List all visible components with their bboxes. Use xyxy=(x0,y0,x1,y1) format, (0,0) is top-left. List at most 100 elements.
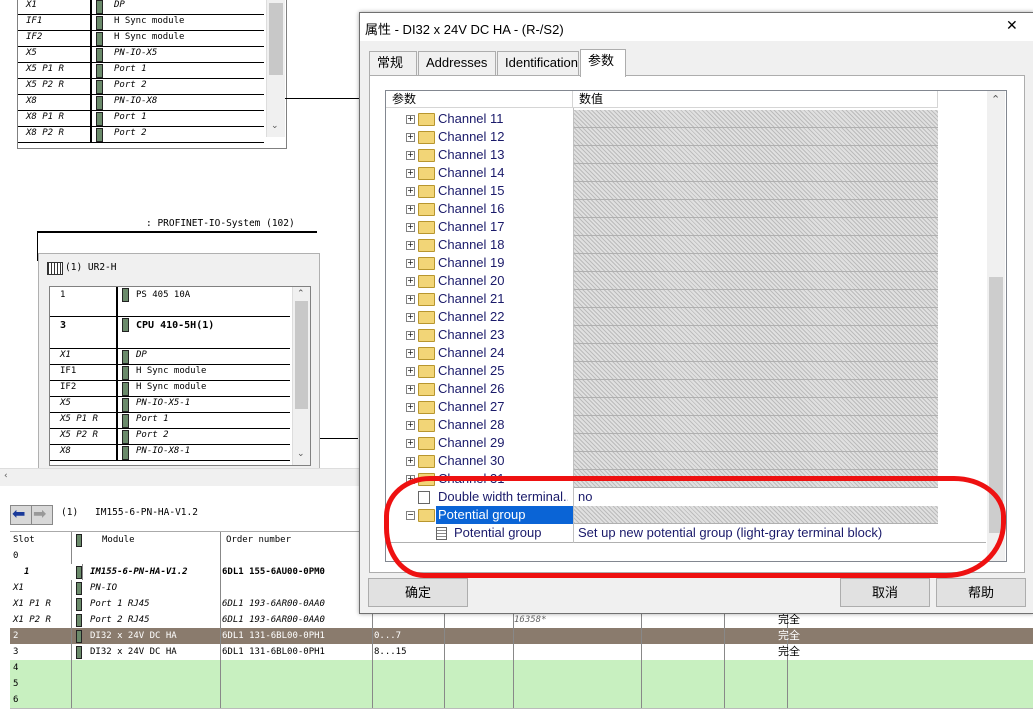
expand-plus-icon[interactable]: + xyxy=(406,403,415,412)
tree-row-channel[interactable]: + Channel 22 xyxy=(386,308,986,326)
tree-row-channel[interactable]: + Channel 19 xyxy=(386,254,986,272)
rack-top-row[interactable]: X8 PN-IO-X8 xyxy=(18,95,264,111)
col-module-header[interactable]: Module xyxy=(72,532,221,548)
rack-top-scrollbar[interactable]: ⌄ xyxy=(266,0,285,137)
dialog-titlebar[interactable]: 属性 - DI32 x 24V DC HA - (R-/S2) ✕ xyxy=(360,13,1033,41)
module-icon xyxy=(96,112,103,126)
tree-row-channel[interactable]: + Channel 28 xyxy=(386,416,986,434)
scroll-down-icon[interactable]: ⌄ xyxy=(271,121,279,131)
tree-row-channel[interactable]: + Channel 15 xyxy=(386,182,986,200)
tree-row-label: Channel 27 xyxy=(438,399,505,414)
rack-main-row[interactable]: IF2 H Sync module xyxy=(50,381,290,397)
rack-main-row[interactable]: X1 DP xyxy=(50,349,290,365)
tree-row-channel[interactable]: + Channel 17 xyxy=(386,218,986,236)
tab-2[interactable]: Identification xyxy=(497,51,579,76)
cell-empty xyxy=(642,628,725,644)
station-table-row[interactable]: 4 xyxy=(10,660,1033,677)
tree-row-channel[interactable]: + Channel 30 xyxy=(386,452,986,470)
ok-button[interactable]: 确定 xyxy=(368,578,468,607)
cell-module-label: Port 2 RJ45 xyxy=(90,615,150,625)
col-slot-header[interactable]: Slot xyxy=(10,532,72,548)
nav-forward-button[interactable]: ➡ xyxy=(31,504,53,525)
rack-main-row[interactable]: X8 PN-IO-X8-1 xyxy=(50,445,290,461)
tree-row-channel[interactable]: + Channel 29 xyxy=(386,434,986,452)
expand-plus-icon[interactable]: + xyxy=(406,133,415,142)
expand-plus-icon[interactable]: + xyxy=(406,331,415,340)
tree-row-channel[interactable]: + Channel 24 xyxy=(386,344,986,362)
rack-main-row[interactable]: 1 PS 405 10A xyxy=(50,287,290,317)
tree-row-channel[interactable]: + Channel 21 xyxy=(386,290,986,308)
rack-top-row[interactable]: X5 P1 R Port 1 xyxy=(18,63,264,79)
expand-plus-icon[interactable]: + xyxy=(406,439,415,448)
expand-plus-icon[interactable]: + xyxy=(406,295,415,304)
station-table-row[interactable]: X1 P2 R Port 2 RJ45 6DL1 193-6AR00-0AA0 163… xyxy=(10,612,1033,629)
rack-top-row[interactable]: X8 P1 R Port 1 xyxy=(18,111,264,127)
expand-plus-icon[interactable]: + xyxy=(406,421,415,430)
tree-row-channel[interactable]: + Channel 20 xyxy=(386,272,986,290)
expand-plus-icon[interactable]: + xyxy=(406,277,415,286)
rack-main-row[interactable]: X5 P2 R Port 2 xyxy=(50,429,290,445)
rack-main-row[interactable]: IF1 H Sync module xyxy=(50,365,290,381)
tree-row-channel[interactable]: + Channel 13 xyxy=(386,146,986,164)
tree-row-channel[interactable]: + Channel 12 xyxy=(386,128,986,146)
rack-top-row[interactable]: X5 P2 R Port 2 xyxy=(18,79,264,95)
cancel-button[interactable]: 取消 xyxy=(840,578,930,607)
rack-main-table: 1 PS 405 10A 3 CPU 410-5H(1) X1 DP IF1 H Sync m… xyxy=(49,286,311,466)
station-table-row[interactable]: 5 xyxy=(10,676,1033,693)
tree-row-channel[interactable]: + Channel 14 xyxy=(386,164,986,182)
expand-plus-icon[interactable]: + xyxy=(406,367,415,376)
rack-main-row[interactable]: X5 P1 R Port 1 xyxy=(50,413,290,429)
expand-plus-icon[interactable]: + xyxy=(406,313,415,322)
col-value-header[interactable]: 数值 xyxy=(573,91,938,108)
folder-icon xyxy=(418,113,435,126)
rack-main-row[interactable]: X5 PN-IO-X5-1 xyxy=(50,397,290,413)
cell-order xyxy=(221,548,373,564)
tree-row-channel[interactable]: + Channel 11 xyxy=(386,110,986,128)
rack-main-row[interactable]: 3 CPU 410-5H(1) xyxy=(50,317,290,349)
expand-plus-icon[interactable]: + xyxy=(406,151,415,160)
module-icon xyxy=(122,350,129,364)
scroll-left-icon[interactable]: ‹ xyxy=(4,471,8,481)
tab-3[interactable]: 参数 xyxy=(580,49,626,77)
tab-0[interactable]: 常规 xyxy=(369,51,417,76)
help-button[interactable]: 帮助 xyxy=(936,578,1026,607)
expand-plus-icon[interactable]: + xyxy=(406,349,415,358)
expand-plus-icon[interactable]: + xyxy=(406,223,415,232)
col-param-header[interactable]: 参数 xyxy=(386,91,573,108)
expand-plus-icon[interactable]: + xyxy=(406,385,415,394)
tree-row-channel[interactable]: + Channel 18 xyxy=(386,236,986,254)
tree-row-channel[interactable]: + Channel 25 xyxy=(386,362,986,380)
close-icon[interactable]: ✕ xyxy=(1006,18,1018,34)
expand-plus-icon[interactable]: + xyxy=(406,259,415,268)
scroll-up-icon[interactable]: ⌃ xyxy=(991,93,1000,106)
profinet-system-label[interactable]: : PROFINET-IO-System (102) xyxy=(146,218,295,229)
scroll-up-icon[interactable]: ⌃ xyxy=(297,289,305,299)
rack-top-row[interactable]: IF1 H Sync module xyxy=(18,15,264,31)
tree-row-channel[interactable]: + Channel 16 xyxy=(386,200,986,218)
expand-plus-icon[interactable]: + xyxy=(406,115,415,124)
value-cell-disabled xyxy=(574,416,938,434)
tab-1[interactable]: Addresses xyxy=(418,51,496,76)
rack-title[interactable]: (1) UR2-H xyxy=(65,262,116,273)
expand-plus-icon[interactable]: + xyxy=(406,457,415,466)
rack-top-row[interactable]: X5 PN-IO-X5 xyxy=(18,47,264,63)
tree-row-channel[interactable]: + Channel 27 xyxy=(386,398,986,416)
nav-back-button[interactable]: ⬅ xyxy=(10,504,32,525)
station-table-row[interactable]: 2 DI32 x 24V DC HA 6DL1 131-6BL00-0PH1 0...… xyxy=(10,628,1033,645)
rack-top-row[interactable]: X1 DP xyxy=(18,0,264,15)
station-table-row[interactable]: 6 xyxy=(10,692,1033,709)
tree-row-channel[interactable]: + Channel 23 xyxy=(386,326,986,344)
rack-module: H Sync module xyxy=(136,382,207,392)
expand-plus-icon[interactable]: + xyxy=(406,187,415,196)
rack-top-row[interactable]: IF2 H Sync module xyxy=(18,31,264,47)
expand-plus-icon[interactable]: + xyxy=(406,169,415,178)
station-table-row[interactable]: 3 DI32 x 24V DC HA 6DL1 131-6BL00-0PH1 8...… xyxy=(10,644,1033,661)
rack-main-scrollbar[interactable]: ⌃ ⌄ xyxy=(292,287,310,465)
tree-row-channel[interactable]: + Channel 26 xyxy=(386,380,986,398)
tree-row-label: Channel 26 xyxy=(438,381,505,396)
expand-plus-icon[interactable]: + xyxy=(406,241,415,250)
expand-plus-icon[interactable]: + xyxy=(406,205,415,214)
rack-top-row[interactable]: X8 P2 R Port 2 xyxy=(18,127,264,143)
col-order-header[interactable]: Order number xyxy=(221,532,377,548)
scroll-down-icon[interactable]: ⌄ xyxy=(297,449,305,459)
